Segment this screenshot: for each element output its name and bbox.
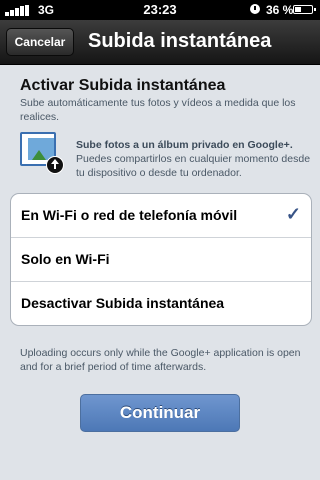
alarm-icon xyxy=(250,4,260,14)
checkmark-icon: ✓ xyxy=(285,204,301,224)
option-disable-upload[interactable]: Desactivar Subida instantánea xyxy=(11,281,311,325)
option-label: Desactivar Subida instantánea xyxy=(21,295,225,311)
battery-percent: 36 % xyxy=(266,3,294,17)
option-label: Solo en Wi-Fi xyxy=(21,251,110,267)
info-text: Sube fotos a un álbum privado en Google+… xyxy=(76,138,316,180)
option-wifi-only[interactable]: Solo en Wi-Fi xyxy=(11,237,311,281)
info-strong-text: Sube fotos a un álbum privado en Google+… xyxy=(76,139,293,151)
battery-icon xyxy=(293,5,316,14)
info-body-text: Puedes compartirlos en cualquier momento… xyxy=(76,153,311,179)
section-heading: Activar Subida instantánea xyxy=(20,77,226,94)
photo-upload-icon xyxy=(20,132,64,174)
footnote-text: Uploading occurs only while the Google+ … xyxy=(20,347,301,373)
option-wifi-or-mobile[interactable]: En Wi-Fi o red de telefonía móvil ✓ xyxy=(11,194,311,237)
cancel-button[interactable]: Cancelar xyxy=(6,28,74,56)
upload-options-list: En Wi-Fi o red de telefonía móvil ✓ Solo… xyxy=(10,193,312,326)
upload-arrow-icon xyxy=(46,156,64,174)
page-title: Subida instantánea xyxy=(88,30,272,52)
status-bar: 3G 23:23 36 % xyxy=(0,0,320,20)
section-description: Sube automáticamente tus fotos y vídeos … xyxy=(20,97,296,123)
continue-button[interactable]: Continuar xyxy=(80,394,240,432)
navigation-bar: Cancelar Subida instantánea xyxy=(0,20,320,65)
option-label: En Wi-Fi o red de telefonía móvil xyxy=(21,207,238,223)
